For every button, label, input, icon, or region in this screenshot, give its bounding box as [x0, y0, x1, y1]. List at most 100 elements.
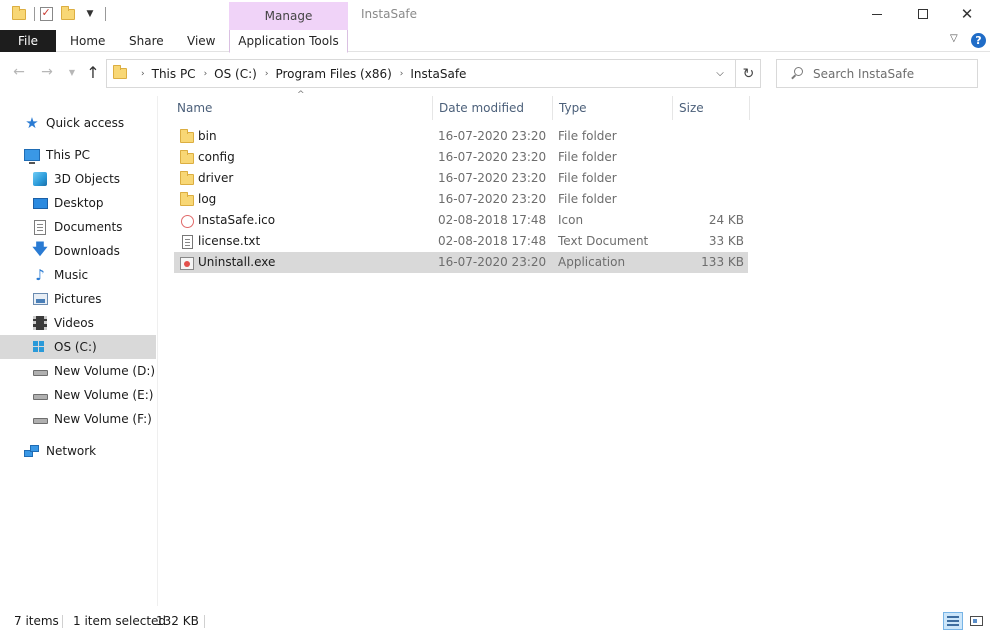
file-size	[674, 168, 744, 189]
file-name: bin	[198, 129, 217, 143]
sidebar-item-this-pc[interactable]: This PC	[0, 143, 156, 167]
file-size	[674, 189, 744, 210]
address-bar[interactable]: › This PC › OS (C:) › Program Files (x86…	[106, 59, 761, 88]
status-item-count: 7 items	[14, 614, 59, 628]
new-folder-icon[interactable]	[57, 4, 79, 24]
up-arrow-icon: ↑	[86, 62, 100, 82]
3d-objects-icon	[32, 171, 48, 187]
file-name: InstaSafe.ico	[198, 213, 276, 227]
sidebar-item-documents[interactable]: Documents	[0, 215, 156, 239]
drive-icon	[32, 387, 48, 403]
chevron-down-icon: ▼	[68, 67, 76, 77]
sidebar-item-new-volume-f[interactable]: New Volume (F:)	[0, 407, 156, 431]
chevron-right-icon[interactable]: ›	[257, 69, 276, 79]
tab-home[interactable]: Home	[70, 30, 105, 52]
search-input[interactable]	[813, 65, 973, 82]
expand-ribbon-chevron-icon[interactable]: ▽	[950, 33, 958, 44]
file-row-instasafe-ico[interactable]: InstaSafe.ico 02-08-2018 17:48 Icon 24 K…	[174, 210, 748, 231]
file-name: Uninstall.exe	[198, 255, 276, 269]
file-type: Icon	[558, 213, 584, 227]
forward-arrow-icon: →	[41, 64, 53, 80]
sidebar-item-desktop[interactable]: Desktop	[0, 191, 156, 215]
column-header-date-modified[interactable]: Date modified	[432, 96, 552, 120]
sidebar-item-new-volume-d[interactable]: New Volume (D:)	[0, 359, 156, 383]
details-view-button[interactable]	[943, 612, 963, 630]
manage-tab-group: Manage	[229, 2, 348, 30]
status-selection: 1 item selected	[73, 614, 167, 628]
file-type: File folder	[558, 192, 617, 206]
folder-icon	[179, 149, 195, 166]
address-history-dropdown[interactable]: ⌵	[707, 60, 733, 87]
folder-icon	[179, 128, 195, 145]
back-button[interactable]: ←	[9, 62, 29, 82]
folder-icon[interactable]	[8, 4, 30, 24]
column-header-size[interactable]: Size	[672, 96, 750, 120]
drive-icon	[32, 411, 48, 427]
sidebar-item-label: Quick access	[46, 116, 125, 130]
large-icons-view-icon	[969, 616, 983, 626]
file-row-license-txt[interactable]: license.txt 02-08-2018 17:48 Text Docume…	[174, 231, 748, 252]
navigation-pane: ★ Quick access This PC 3D Objects Deskto…	[0, 96, 158, 606]
sidebar-item-label: Videos	[54, 316, 94, 330]
column-header-type[interactable]: Type	[552, 96, 672, 120]
breadcrumb-this-pc[interactable]: This PC	[152, 67, 196, 81]
sidebar-item-label: Desktop	[54, 196, 104, 210]
forward-button[interactable]: →	[37, 62, 57, 82]
status-selection-size: 132 KB	[156, 614, 199, 628]
maximize-button[interactable]	[900, 0, 946, 28]
file-row-config[interactable]: config 16-07-2020 23:20 File folder	[174, 147, 748, 168]
file-size	[674, 147, 744, 168]
sidebar-item-network[interactable]: Network	[0, 439, 156, 463]
details-view-icon	[947, 616, 959, 626]
star-icon: ★	[25, 114, 39, 132]
recent-locations-button[interactable]: ▼	[62, 62, 82, 82]
breadcrumb-os-c[interactable]: OS (C:)	[214, 67, 257, 81]
refresh-icon: ↻	[742, 65, 755, 82]
sidebar-item-os-c[interactable]: OS (C:)	[0, 335, 156, 359]
sidebar-item-pictures[interactable]: Pictures	[0, 287, 156, 311]
breadcrumb-program-files-x86[interactable]: Program Files (x86)	[275, 67, 391, 81]
tab-file[interactable]: File	[0, 30, 56, 52]
file-row-uninstall-exe[interactable]: Uninstall.exe 16-07-2020 23:20 Applicati…	[174, 252, 748, 273]
breadcrumb-instasafe[interactable]: InstaSafe	[410, 67, 466, 81]
sidebar-item-quick-access[interactable]: ★ Quick access	[0, 111, 156, 135]
close-button[interactable]: ✕	[944, 0, 990, 28]
file-name: license.txt	[198, 234, 261, 248]
search-box[interactable]	[776, 59, 978, 88]
file-row-driver[interactable]: driver 16-07-2020 23:20 File folder	[174, 168, 748, 189]
help-icon[interactable]: ?	[971, 33, 986, 48]
tab-view[interactable]: View	[187, 30, 215, 52]
customize-toolbar-icon[interactable]: ▼	[79, 4, 101, 24]
file-row-bin[interactable]: bin 16-07-2020 23:20 File folder	[174, 126, 748, 147]
sidebar-item-label: Pictures	[54, 292, 102, 306]
properties-icon[interactable]	[35, 4, 57, 24]
chevron-right-icon[interactable]: ›	[392, 69, 411, 79]
file-size: 33 KB	[708, 234, 744, 248]
close-icon: ✕	[960, 5, 974, 23]
chevron-right-icon: ›	[141, 68, 145, 79]
desktop-icon	[32, 195, 48, 211]
back-arrow-icon: ←	[13, 64, 25, 80]
sidebar-item-videos[interactable]: Videos	[0, 311, 156, 335]
minimize-button[interactable]	[854, 0, 900, 28]
chevron-right-icon[interactable]: ›	[196, 69, 215, 79]
tab-application-tools[interactable]: Application Tools	[229, 30, 348, 53]
refresh-button[interactable]: ↻	[735, 60, 761, 87]
large-icons-view-button[interactable]	[966, 612, 986, 630]
file-type: File folder	[558, 129, 617, 143]
sidebar-item-new-volume-e[interactable]: New Volume (E:)	[0, 383, 156, 407]
file-date: 02-08-2018 17:48	[438, 234, 547, 248]
file-date: 16-07-2020 23:20	[438, 192, 547, 206]
sidebar-item-3d-objects[interactable]: 3D Objects	[0, 167, 156, 191]
status-bar: 7 items 1 item selected 132 KB	[0, 606, 990, 632]
computer-icon	[24, 147, 40, 164]
column-header-name[interactable]: Name	[171, 96, 431, 120]
sidebar-item-label: Music	[54, 268, 89, 282]
sidebar-item-downloads[interactable]: 🡇 Downloads	[0, 239, 156, 263]
up-button[interactable]: ↑	[83, 62, 103, 82]
file-row-log[interactable]: log 16-07-2020 23:20 File folder	[174, 189, 748, 210]
tab-share[interactable]: Share	[129, 30, 164, 52]
breadcrumb: › This PC › OS (C:) › Program Files (x86…	[133, 60, 466, 87]
toolbar-separator	[105, 7, 106, 21]
sidebar-item-music[interactable]: ♪ Music	[0, 263, 156, 287]
